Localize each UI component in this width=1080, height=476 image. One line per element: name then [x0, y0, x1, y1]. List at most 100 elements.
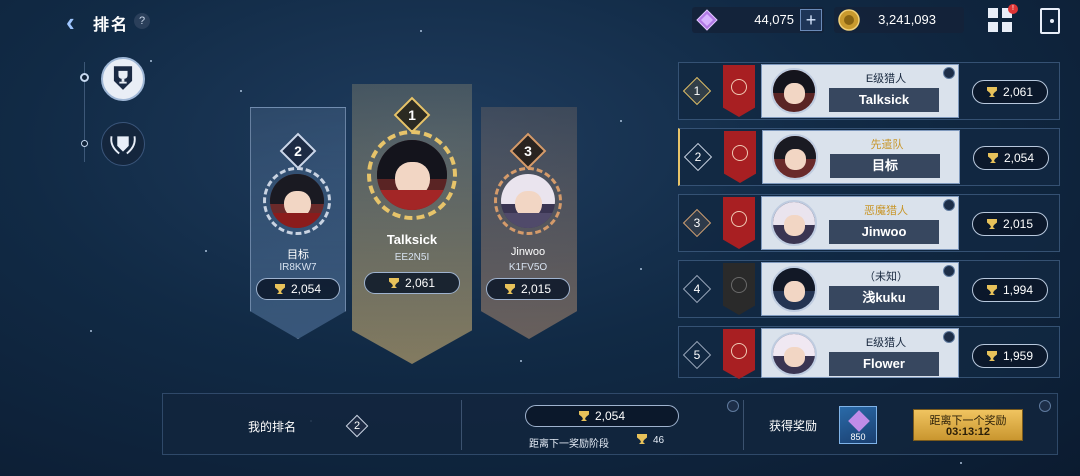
avatar-cloth [270, 212, 324, 228]
trophy-icon [274, 284, 285, 294]
flag-emblem-icon [731, 343, 747, 359]
tab-guild-ranking[interactable] [101, 122, 145, 166]
player-name: Jinwoo [829, 220, 939, 244]
avatar-face [783, 346, 805, 367]
reward-item[interactable]: 850 [839, 406, 877, 444]
next-tier-label: 距离下一奖励阶段 [529, 439, 609, 450]
search-icon[interactable] [943, 67, 955, 79]
page-title: 排名 [93, 17, 130, 34]
podium-score-value-3: 2,015 [520, 282, 552, 296]
trophy-icon [504, 284, 515, 294]
search-icon[interactable] [943, 331, 955, 343]
laurel-shield-icon [110, 136, 136, 155]
trophy-icon [637, 434, 647, 444]
side-nav-dot [81, 140, 88, 147]
search-icon[interactable] [943, 265, 955, 277]
podium-score-3: 2,015 [486, 278, 570, 300]
tab-trophy-ranking[interactable] [101, 57, 145, 101]
gem-icon [696, 9, 718, 31]
leaderboard-row[interactable]: 5 E级猎人 Flower 1,959 [678, 326, 1060, 379]
player-avatar [771, 200, 817, 246]
avatar-face [784, 149, 806, 171]
podium-id-2: IR8KW7 [279, 262, 317, 273]
avatar-talksick [377, 140, 447, 210]
gold-value: 3,241,093 [878, 12, 936, 27]
podium-name-1: Talksick [386, 232, 438, 247]
grid-icon-cell [1002, 22, 1012, 32]
arrow-left-icon: ‹ [66, 7, 75, 37]
lion-emblem-icon [731, 211, 747, 227]
leaderboard-row-self[interactable]: 2 先遣队 目标 2,054 [678, 128, 1060, 186]
podium-score-1: 2,061 [364, 272, 460, 294]
leaderboard-row[interactable]: 4 （未知） 浅kuku 1,994 [678, 260, 1060, 318]
reward-label: 获得奖励 [769, 419, 818, 433]
podium-name-2: 目标 [287, 249, 309, 261]
my-rank-label: 我的排名 [248, 420, 297, 434]
player-score-value: 2,054 [1003, 151, 1035, 165]
rank-number: 2 [694, 150, 702, 164]
player-avatar [771, 332, 817, 376]
search-icon[interactable] [1039, 400, 1051, 412]
trophy-shield-icon [113, 66, 133, 90]
rank-number: 3 [693, 216, 701, 230]
divider [461, 400, 462, 450]
player-name: 浅kuku [829, 286, 939, 310]
my-rank-number: 2 [353, 420, 361, 432]
next-reward-button[interactable]: 距离下一个奖励 03:13:12 [913, 409, 1023, 441]
player-score-value: 2,061 [1002, 85, 1034, 99]
player-score-value: 2,015 [1002, 217, 1034, 231]
player-title: （未知） [864, 271, 908, 283]
next-tier-number: 46 [653, 435, 665, 446]
leaderboard-row[interactable]: 3 恶魔猎人 Jinwoo 2,015 [678, 194, 1060, 252]
rank-number: 1 [693, 84, 701, 98]
podium-id-3: K1FV5O [508, 262, 548, 273]
player-avatar [772, 134, 818, 180]
side-nav-dot [80, 73, 89, 82]
trophy-icon [578, 411, 589, 421]
next-reward-timer: 03:13:12 [945, 426, 991, 438]
player-score: 2,054 [973, 146, 1049, 170]
flag-emblem-icon [732, 145, 748, 161]
back-button[interactable]: ‹ [66, 8, 90, 36]
podium-name-3: Jinwoo [510, 246, 546, 258]
search-icon[interactable] [943, 199, 955, 211]
podium-score-2: 2,054 [256, 278, 340, 300]
player-title: 恶魔猎人 [864, 205, 908, 217]
trophy-icon [986, 87, 997, 97]
trophy-icon [987, 153, 998, 163]
my-ranking-bar: 我的排名 2 2,054 距离下一奖励阶段 46 获得奖励 850 距离下一个奖… [162, 393, 1058, 455]
trophy-icon [986, 351, 997, 361]
player-score-value: 1,959 [1002, 349, 1034, 363]
flag-emblem-icon [731, 79, 747, 95]
gold-coin-icon [838, 9, 860, 31]
player-score: 2,061 [972, 80, 1048, 104]
player-name: Talksick [829, 88, 939, 112]
gold-currency: 3,241,093 [834, 7, 964, 33]
leaderboard-row[interactable]: 1 E级猎人 Talksick 2,061 [678, 62, 1060, 120]
gems-currency: 44,075 + [692, 7, 824, 33]
player-title: 先遣队 [870, 139, 904, 151]
player-title: E级猎人 [865, 337, 907, 349]
rank-number: 4 [693, 282, 701, 296]
player-avatar [771, 68, 817, 114]
gem-icon [848, 410, 870, 432]
player-name: 目标 [830, 154, 940, 178]
rank-number: 5 [693, 348, 701, 362]
avatar-face [783, 83, 805, 105]
grid-icon-cell [988, 22, 998, 32]
player-title: E级猎人 [865, 73, 907, 85]
avatar-face [783, 281, 805, 303]
add-gems-button[interactable]: + [800, 9, 822, 31]
next-tier-value: 46 [637, 434, 664, 446]
help-button[interactable]: ? [134, 13, 150, 29]
player-name: Flower [829, 352, 939, 376]
my-score: 2,054 [525, 405, 679, 427]
avatar-cloth [501, 212, 555, 228]
divider [743, 400, 744, 450]
search-icon[interactable] [727, 400, 739, 412]
exit-door-button[interactable] [1040, 8, 1060, 34]
grid-icon [988, 8, 998, 18]
flag-emblem-icon [731, 277, 747, 293]
reward-count: 850 [850, 432, 866, 442]
podium-rank-2: 2 [294, 143, 302, 159]
